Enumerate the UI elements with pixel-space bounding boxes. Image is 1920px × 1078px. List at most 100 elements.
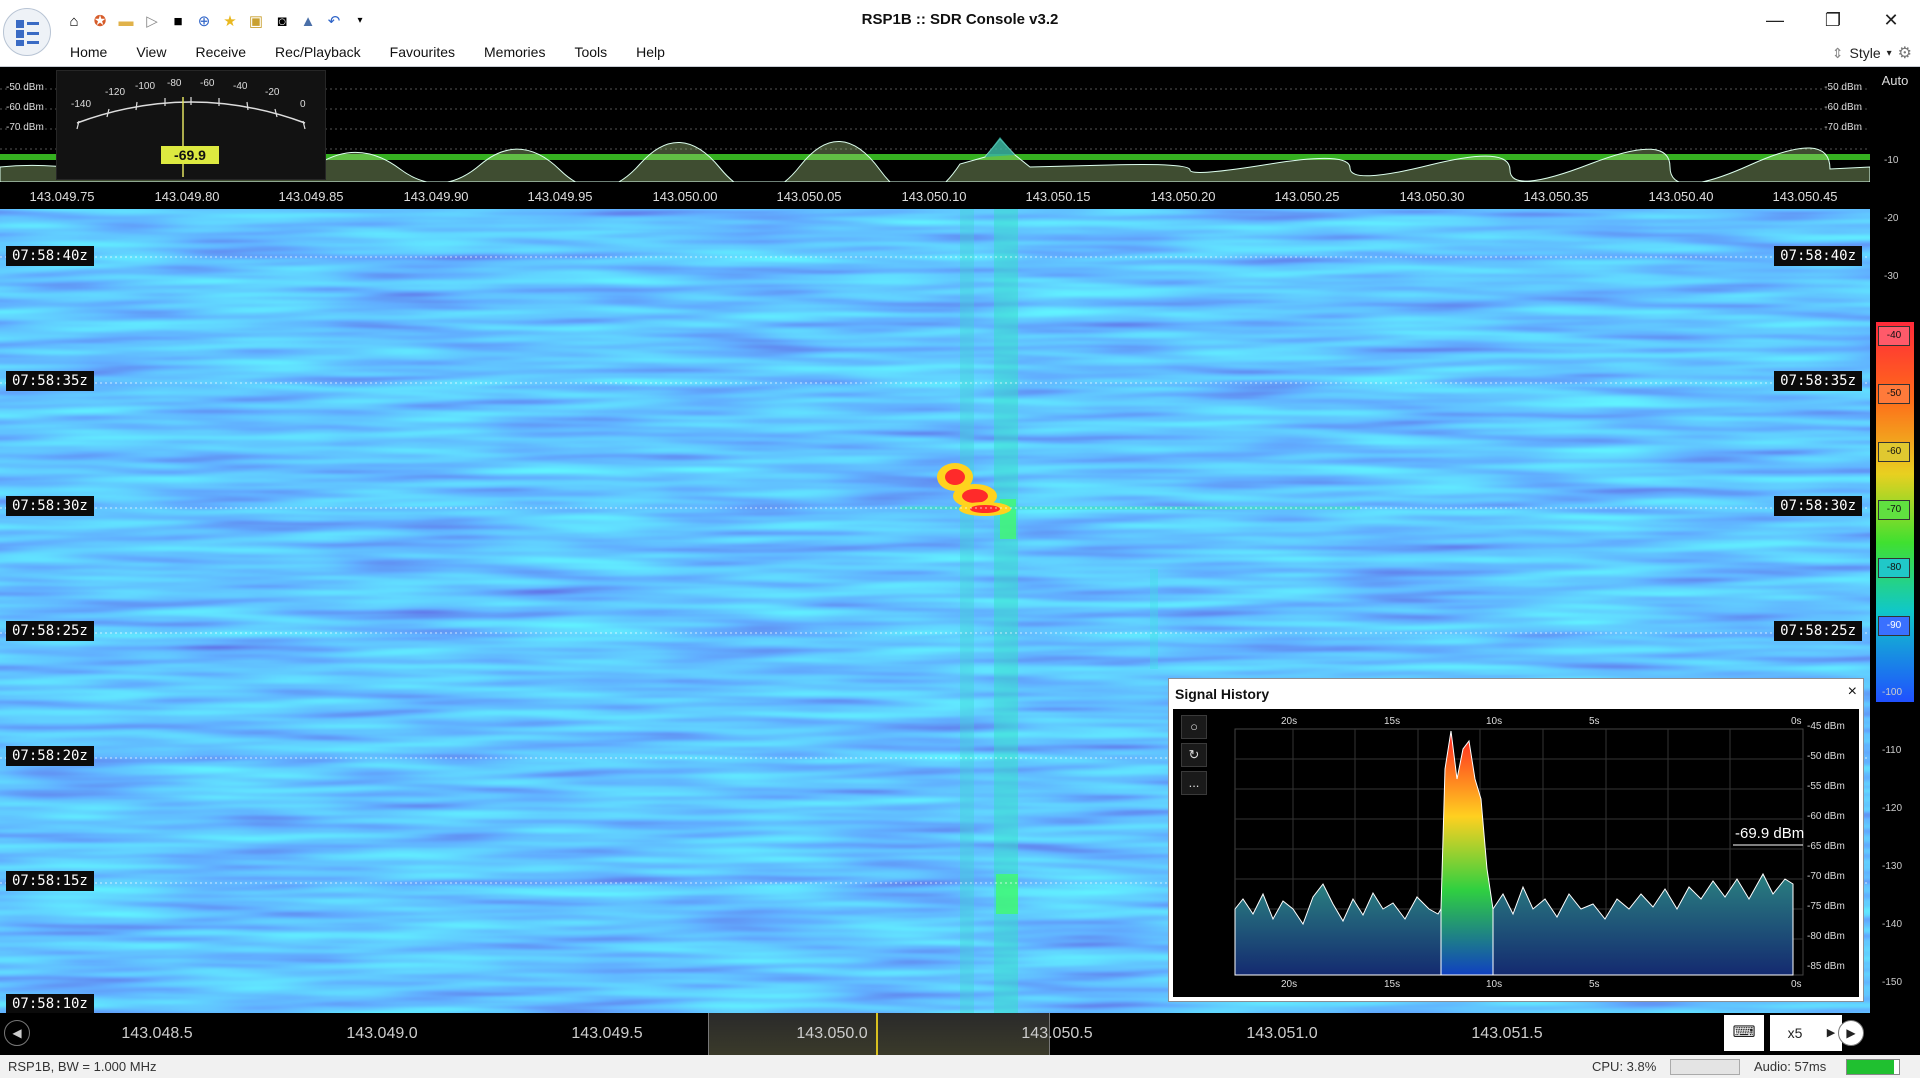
s-meter-tick: -80	[167, 78, 182, 89]
time-axis-label: 15s	[1384, 716, 1401, 727]
time-axis-label: 5s	[1589, 716, 1600, 727]
keyboard-icon[interactable]: ⌨	[1724, 1015, 1764, 1051]
zoom-selector[interactable]: x5	[1770, 1015, 1820, 1051]
signal-history-window[interactable]: Signal History × ○ ↻ ... 20s 15s 10s 5s …	[1168, 678, 1864, 1002]
time-axis-label: 15s	[1384, 979, 1401, 990]
spectrum-display[interactable]: -50 dBm -60 dBm -70 dBm -50 dBm -60 dBm …	[0, 67, 1870, 182]
color-scale[interactable]: Auto -10 -20 -30 -40 -50 -60 -70 -80 -90…	[1870, 67, 1920, 1013]
signal-history-title: Signal History	[1175, 686, 1270, 702]
cpu-meter	[1670, 1059, 1740, 1075]
auto-button[interactable]: Auto	[1874, 73, 1916, 91]
application-menu-button[interactable]	[3, 8, 51, 56]
window-title: RSP1B :: SDR Console v3.2	[861, 11, 1059, 28]
scale-chip: -70	[1878, 500, 1910, 520]
frequency-label: 143.049.85	[278, 189, 344, 204]
scale-chip: -50	[1878, 384, 1910, 404]
menu-help[interactable]: Help	[636, 44, 665, 60]
dbm-axis-label: -50 dBm	[1807, 751, 1845, 762]
overview-frequency-label: 143.048.5	[121, 1025, 193, 1042]
app-logo-icon	[16, 20, 39, 46]
frequency-scale[interactable]: 143.049.75 143.049.80 143.049.85 143.049…	[0, 185, 1870, 207]
frequency-label: 143.049.80	[154, 189, 220, 204]
dbm-label: -70 dBm	[6, 122, 44, 133]
dbm-axis-label: -70 dBm	[1807, 871, 1845, 882]
dbm-label: -60 dBm	[1824, 102, 1862, 113]
menu-home[interactable]: Home	[70, 44, 107, 60]
waterfall-time-label: 07:58:15z	[6, 871, 94, 891]
waterfall-time-label: 07:58:35z	[6, 371, 94, 391]
time-axis-label: 20s	[1281, 979, 1298, 990]
overview-frequency-label: 143.051.0	[1246, 1025, 1318, 1042]
audio-meter-fill	[1847, 1060, 1894, 1074]
s-meter-tick: -120	[105, 87, 126, 98]
style-menu[interactable]: Style	[1850, 45, 1881, 61]
close-icon[interactable]: ×	[1848, 683, 1857, 701]
scroll-left-button[interactable]: ◀	[4, 1020, 30, 1046]
frequency-label: 143.049.90	[403, 189, 469, 204]
visible-span-indicator[interactable]	[708, 1013, 1050, 1055]
waterfall-time-label-right: 07:58:40z	[1774, 246, 1862, 266]
scale-chip: -90	[1878, 616, 1910, 636]
overview-frequency-label: 143.051.5	[1471, 1025, 1543, 1042]
frequency-label: 143.050.20	[1150, 189, 1216, 204]
style-toggle-icon[interactable]: ⇕	[1832, 45, 1844, 62]
menu-rec-playback[interactable]: Rec/Playback	[275, 44, 361, 60]
status-device: RSP1B, BW = 1.000 MHz	[8, 1059, 157, 1074]
frequency-label: 143.050.15	[1025, 189, 1091, 204]
dbm-label: -70 dBm	[1824, 122, 1862, 133]
status-bar: RSP1B, BW = 1.000 MHz CPU: 3.8% Audio: 5…	[0, 1055, 1920, 1078]
s-meter-tick: -40	[233, 81, 248, 92]
gear-icon[interactable]: ⚙	[1898, 43, 1912, 63]
frequency-label: 143.050.00	[652, 189, 718, 204]
waterfall-time-label-right: 07:58:30z	[1774, 496, 1862, 516]
title-bar: ⌂ ✪ ▬ ▷ ■ ⊕ ★ ▣ ◙ ▲ ↶ ▾ RSP1B :: SDR Con…	[0, 0, 1920, 56]
signal-history-plot: ○ ↻ ... 20s 15s 10s 5s 0s 20s 15s 10s 5s…	[1173, 709, 1859, 997]
s-meter-tick: -20	[265, 87, 280, 98]
menu-favourites[interactable]: Favourites	[390, 44, 455, 60]
scale-label: -100	[1882, 687, 1903, 698]
dbm-axis-label: -75 dBm	[1807, 901, 1845, 912]
dbm-axis-label: -65 dBm	[1807, 841, 1845, 852]
overview-bar[interactable]: ◀ 143.048.5 143.049.0 143.049.5 143.050.…	[0, 1013, 1920, 1055]
s-meter-tick: -100	[135, 81, 156, 92]
overview-frequency-label: 143.049.5	[571, 1025, 643, 1042]
menu-tools[interactable]: Tools	[574, 44, 607, 60]
s-meter-value: -69.9	[161, 146, 219, 164]
frequency-label: 143.049.95	[527, 189, 593, 204]
dbm-axis-label: -55 dBm	[1807, 781, 1845, 792]
scroll-right-button[interactable]: ▶	[1838, 1020, 1864, 1046]
menu-view[interactable]: View	[136, 44, 166, 60]
waterfall-time-label: 07:58:30z	[6, 496, 94, 516]
time-axis-label: 10s	[1486, 979, 1503, 990]
scale-chip: -80	[1878, 558, 1910, 578]
frequency-label: 143.050.30	[1399, 189, 1465, 204]
status-cpu: CPU: 3.8%	[1592, 1059, 1657, 1074]
dbm-axis-label: -85 dBm	[1807, 961, 1845, 972]
minimize-icon[interactable]: —	[1746, 0, 1804, 40]
frequency-label: 143.050.05	[776, 189, 842, 204]
overview-frequency-label: 143.050.5	[1021, 1025, 1093, 1042]
tuned-frequency-marker	[876, 1013, 878, 1055]
close-icon[interactable]: ✕	[1862, 0, 1920, 40]
scale-chip: -40	[1878, 326, 1910, 346]
time-axis-label: 20s	[1281, 716, 1298, 727]
scale-label: -10	[1884, 155, 1899, 166]
overview-frequency-label: 143.049.0	[346, 1025, 418, 1042]
menu-receive[interactable]: Receive	[195, 44, 246, 60]
s-meter-tick: -60	[200, 78, 215, 89]
audio-meter	[1846, 1059, 1900, 1075]
scale-label: -20	[1884, 213, 1899, 224]
frequency-label: 143.050.45	[1772, 189, 1838, 204]
waterfall-time-label: 07:58:10z	[6, 994, 94, 1013]
restore-icon[interactable]: ❐	[1804, 0, 1862, 40]
signal-readout: -69.9 dBm	[1735, 825, 1805, 842]
scale-label: -130	[1882, 861, 1903, 872]
waterfall-time-label-right: 07:58:25z	[1774, 621, 1862, 641]
time-axis-label: 5s	[1589, 979, 1600, 990]
dbm-label: -50 dBm	[1824, 82, 1862, 93]
s-meter-tick: 0	[300, 99, 306, 110]
dbm-label: -60 dBm	[6, 102, 44, 113]
scale-label: -150	[1882, 977, 1903, 988]
menu-memories[interactable]: Memories	[484, 44, 545, 60]
style-dropdown-icon[interactable]: ▾	[1887, 48, 1892, 59]
